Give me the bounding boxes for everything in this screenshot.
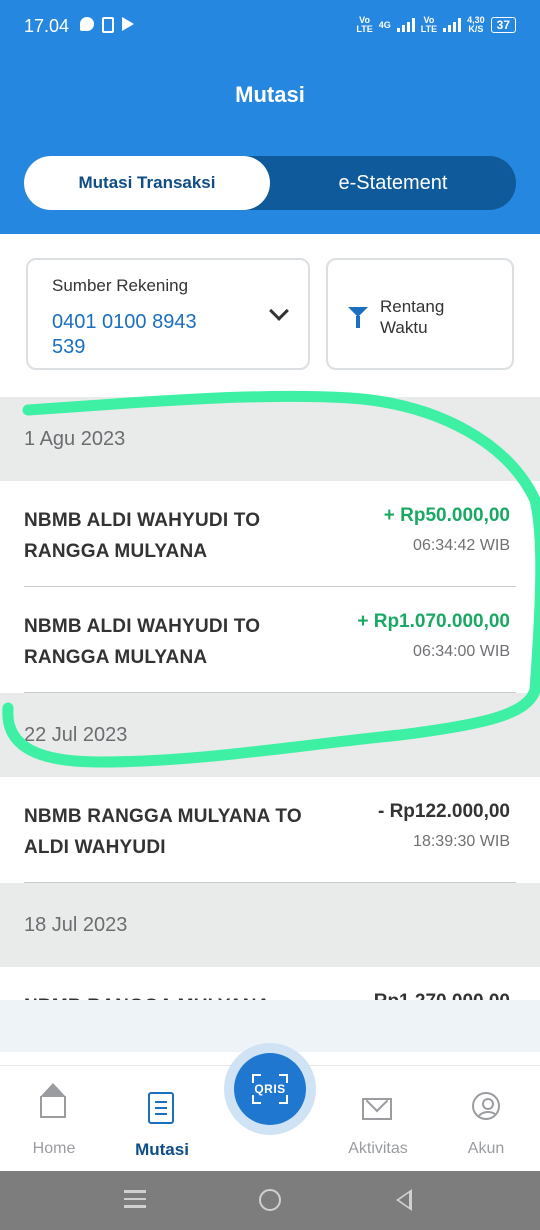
transaction-amount: + Rp1.070.000,00 xyxy=(357,611,510,632)
signal-icon-2 xyxy=(443,18,462,32)
nav-aktivitas-label: Aktivitas xyxy=(348,1140,408,1157)
transaction-description: NBMB ALDI WAHYUDI TO RANGGA MULYANA xyxy=(24,616,261,668)
network-speed: 4,30 K/S xyxy=(467,15,485,34)
notification-icons xyxy=(80,17,134,33)
qris-scan-button[interactable]: QRIS xyxy=(234,1053,306,1125)
divider xyxy=(24,691,516,693)
transaction-amount: - Rp1.270.000,00 xyxy=(362,991,510,1000)
nav-home[interactable]: Home xyxy=(0,1066,108,1172)
network-type-indicator: 4G xyxy=(378,19,391,30)
transaction-row[interactable]: NBMB ALDI WAHYUDI TO RANGGA MULYANA + Rp… xyxy=(0,587,540,693)
date-header: 18 Jul 2023 xyxy=(0,883,540,967)
phone-notification-icon xyxy=(102,17,114,33)
tab-e-statement[interactable]: e-Statement xyxy=(270,156,516,210)
transaction-list[interactable]: 1 Agu 2023 NBMB ALDI WAHYUDI TO RANGGA M… xyxy=(0,397,540,1000)
transaction-time: 18:39:30 WIB xyxy=(413,833,510,850)
transaction-description: NBMB RANGGA MULYANA TO ALDI WAHYUDI xyxy=(24,806,302,858)
transaction-time: 06:34:42 WIB xyxy=(413,537,510,554)
status-time: 17.04 xyxy=(24,16,70,36)
home-icon xyxy=(40,1096,66,1118)
transaction-description: NBMB RANGGA MULYANA xyxy=(24,991,304,1000)
volte-indicator-2: Vo LTE xyxy=(420,15,438,34)
source-account-selector[interactable]: Sumber Rekening 0401 0100 8943 539 xyxy=(26,258,310,370)
document-icon xyxy=(148,1092,174,1124)
source-account-label: Sumber Rekening xyxy=(52,276,189,295)
nav-akun-label: Akun xyxy=(467,1140,505,1157)
date-range-filter-button[interactable]: Rentang Waktu xyxy=(326,258,514,370)
nav-akun[interactable]: Akun xyxy=(432,1066,540,1172)
page-title: Mutasi xyxy=(235,82,305,107)
signal-icon xyxy=(396,18,415,32)
chevron-down-icon xyxy=(269,301,289,321)
status-indicators: Vo LTE 4G Vo LTE 4,30 K/S 37 xyxy=(356,16,516,34)
battery-icon: 37 xyxy=(490,17,516,33)
recent-apps-button[interactable] xyxy=(124,1190,146,1213)
qris-label: QRIS xyxy=(254,1082,286,1096)
transaction-amount: + Rp50.000,00 xyxy=(383,505,510,526)
system-home-button[interactable] xyxy=(259,1189,281,1211)
transaction-row[interactable]: NBMB ALDI WAHYUDI TO RANGGA MULYANA + Rp… xyxy=(0,481,540,587)
status-bar: 17.04 Vo LTE 4G Vo LTE 4,30 K/S 37 xyxy=(0,0,540,56)
mail-icon xyxy=(362,1098,392,1120)
qris-scan-icon: QRIS xyxy=(252,1074,288,1104)
tab-mutasi-transaksi[interactable]: Mutasi Transaksi xyxy=(24,156,270,210)
divider xyxy=(24,881,516,883)
transaction-time: 06:34:00 WIB xyxy=(413,643,510,660)
nav-mutasi[interactable]: Mutasi xyxy=(108,1066,216,1172)
app-header: 17.04 Vo LTE 4G Vo LTE 4,30 K/S 37 Mutasi xyxy=(0,0,540,234)
transaction-description: NBMB ALDI WAHYUDI TO RANGGA MULYANA xyxy=(24,510,261,562)
volte-indicator: Vo LTE xyxy=(356,15,373,34)
tab-switcher: Mutasi Transaksi e-Statement xyxy=(24,156,516,210)
home-icon-roof xyxy=(40,1083,66,1097)
nav-home-label: Home xyxy=(32,1140,76,1157)
system-navigation-bar xyxy=(0,1171,540,1230)
transaction-row[interactable]: NBMB RANGGA MULYANA - Rp1.270.000,00 xyxy=(0,967,540,1000)
system-back-button[interactable] xyxy=(396,1189,412,1211)
transaction-amount: - Rp122.000,00 xyxy=(377,801,510,822)
nav-mutasi-label: Mutasi xyxy=(135,1140,189,1159)
date-header: 1 Agu 2023 xyxy=(0,397,540,481)
date-range-label: Rentang Waktu xyxy=(380,297,445,337)
chat-notification-icon xyxy=(80,17,94,31)
play-store-icon xyxy=(122,17,134,31)
filter-icon-stem xyxy=(356,316,360,328)
transaction-row[interactable]: NBMB RANGGA MULYANA TO ALDI WAHYUDI - Rp… xyxy=(0,777,540,883)
date-header: 22 Jul 2023 xyxy=(0,693,540,777)
source-account-value: 0401 0100 8943 539 xyxy=(52,311,197,358)
user-icon xyxy=(472,1092,500,1120)
nav-aktivitas[interactable]: Aktivitas xyxy=(324,1066,432,1172)
